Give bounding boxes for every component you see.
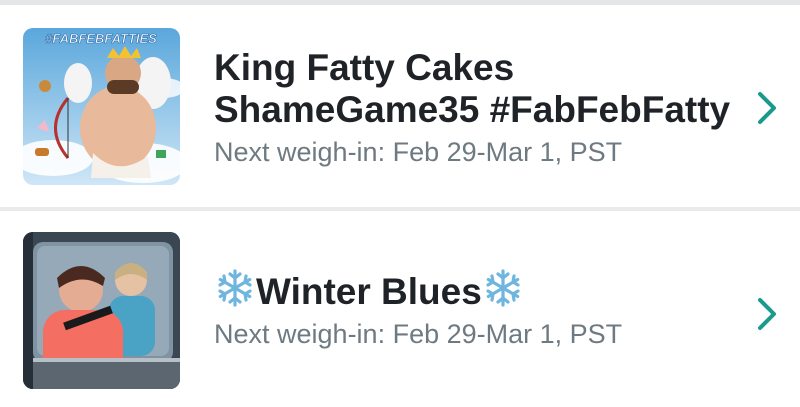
group-title-text: Winter Blues (256, 271, 482, 312)
group-info: Winter Blues Next weigh-in: Feb 29-Mar 1… (214, 268, 734, 351)
group-info: King Fatty Cakes ShameGame35 #FabFebFatt… (214, 47, 734, 169)
thumbnail-banner-text: #FABFEBFATTIES (45, 31, 157, 46)
chevron-right-icon[interactable] (756, 91, 778, 125)
group-title-line-2: ShameGame35 #FabFebFatty (214, 89, 731, 130)
snowflake-icon (218, 269, 252, 307)
group-thumbnail: #FABFEBFATTIES (23, 28, 180, 185)
group-list: #FABFEBFATTIES King Fatty Cakes ShameGam… (0, 0, 800, 407)
snowflake-icon (486, 269, 520, 307)
next-weigh-in-text: Next weigh-in: Feb 29-Mar 1, PST (214, 319, 623, 349)
group-title-line-1: King Fatty Cakes (214, 47, 515, 88)
group-row-king-fatty-cakes[interactable]: #FABFEBFATTIES King Fatty Cakes ShameGam… (0, 5, 800, 207)
group-title: Winter Blues (214, 268, 734, 313)
next-weigh-in-text: Next weigh-in: Feb 29-Mar 1, PST (214, 137, 623, 167)
group-row-winter-blues[interactable]: Winter Blues Next weigh-in: Feb 29-Mar 1… (0, 211, 800, 407)
group-thumbnail (23, 232, 180, 389)
chevron-right-icon[interactable] (756, 297, 778, 331)
